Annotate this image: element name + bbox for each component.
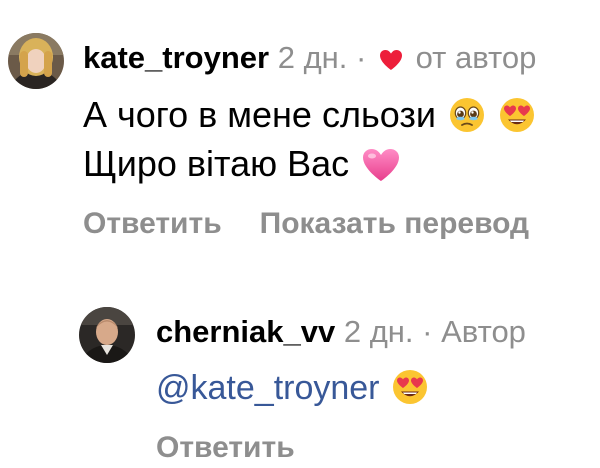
- smiling-face-heart-eyes-icon: [498, 96, 536, 145]
- comment-actions: Ответить: [156, 428, 295, 468]
- reply-button[interactable]: Ответить: [156, 431, 295, 464]
- timestamp: 2 дн.: [277, 40, 348, 75]
- separator: ·: [422, 314, 433, 349]
- comment-text-line: А чого в мене сльози: [83, 92, 536, 145]
- avatar[interactable]: [79, 307, 135, 363]
- username[interactable]: cherniak_vv: [156, 314, 335, 349]
- smiling-face-heart-eyes-icon: [391, 368, 429, 417]
- comment-text-line: @kate_troyner: [156, 366, 429, 417]
- face-holding-back-tears-icon: [448, 96, 486, 145]
- timestamp: 2 дн.: [343, 314, 414, 349]
- comment-actions: Ответить Показать перевод: [83, 204, 529, 244]
- author-badge: Автор: [441, 314, 526, 349]
- comment: kate_troyner 2 дн. · от автор А чого в м…: [0, 0, 600, 260]
- username[interactable]: kate_troyner: [83, 40, 269, 75]
- comment-text: А чого в мене сльози: [83, 94, 436, 135]
- comment-header: kate_troyner 2 дн. · от автор: [83, 38, 536, 81]
- show-translation-button[interactable]: Показать перевод: [260, 207, 529, 240]
- separator: ·: [356, 40, 367, 75]
- reply-button[interactable]: Ответить: [83, 207, 222, 240]
- pink-heart-icon: [361, 147, 401, 194]
- mention-link[interactable]: @kate_troyner: [156, 369, 380, 407]
- heart-icon: [379, 41, 403, 81]
- comment-text: Щиро вітаю Вас: [83, 143, 350, 184]
- reply-comment: cherniak_vv 2 дн. · Автор @kate_troyner …: [0, 290, 600, 464]
- comment-header: cherniak_vv 2 дн. · Автор: [156, 312, 526, 352]
- liked-by-author-label: от автор: [415, 40, 537, 75]
- avatar[interactable]: [8, 33, 64, 89]
- comment-text-line: Щиро вітаю Вас: [83, 141, 401, 194]
